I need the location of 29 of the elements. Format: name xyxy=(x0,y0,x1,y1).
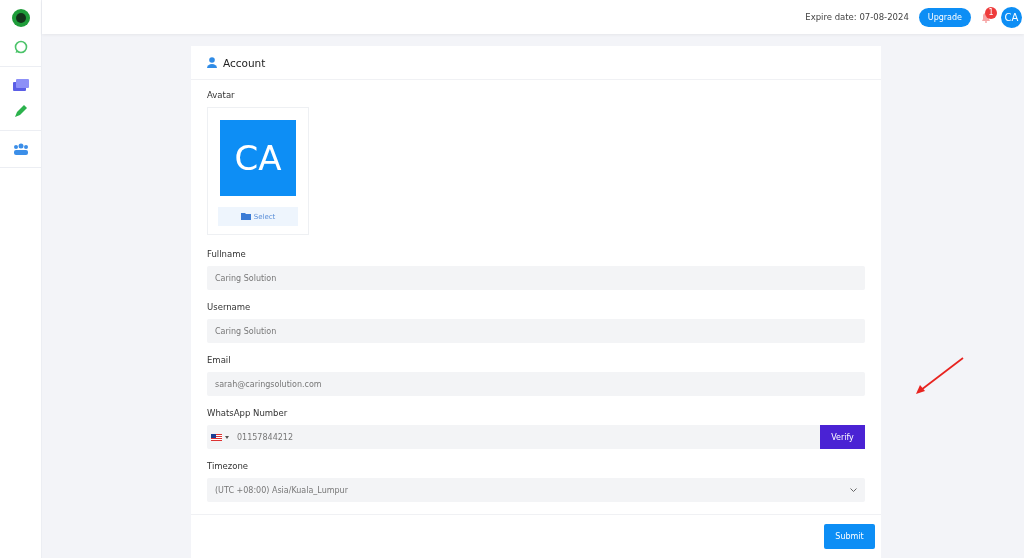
field-label: Username xyxy=(207,302,252,313)
folder-icon[interactable] xyxy=(12,79,29,92)
submit-button[interactable]: Submit xyxy=(824,524,875,550)
user-avatar[interactable]: CA xyxy=(1001,6,1022,28)
card-title: Account xyxy=(223,56,266,69)
folder-icon xyxy=(240,213,251,221)
text-field[interactable]: sarah@caringsolution.com xyxy=(207,372,865,397)
users-icon[interactable] xyxy=(12,143,29,155)
field-label: WhatsApp Number xyxy=(207,408,289,419)
text-field[interactable]: Caring Solution xyxy=(207,319,865,344)
expire-date: Expire date: 07-08-2024 xyxy=(805,12,909,22)
text-field[interactable]: Caring Solution xyxy=(207,266,865,291)
timezone-select[interactable]: (UTC +08:00) Asia/Kuala_Lumpur xyxy=(207,478,865,503)
flag-icon[interactable] xyxy=(211,433,222,441)
logo-icon[interactable] xyxy=(10,8,31,28)
avatar-image: CA xyxy=(220,120,296,197)
field-label: Timezone xyxy=(207,461,250,472)
field-label: Fullname xyxy=(207,249,247,260)
chevron-down-icon xyxy=(850,488,857,493)
pencil-icon[interactable] xyxy=(13,104,28,118)
annotation-arrow xyxy=(915,357,965,395)
phone-field[interactable]: 01157844212 Verify xyxy=(207,425,865,450)
field-label: Email xyxy=(207,355,232,366)
user-icon xyxy=(207,57,217,69)
verify-button[interactable]: Verify xyxy=(820,425,865,450)
caret-icon[interactable] xyxy=(225,435,229,439)
notification-badge: 1 xyxy=(985,6,997,19)
upgrade-button[interactable]: Upgrade xyxy=(918,7,971,27)
field-label: Avatar xyxy=(207,90,236,101)
